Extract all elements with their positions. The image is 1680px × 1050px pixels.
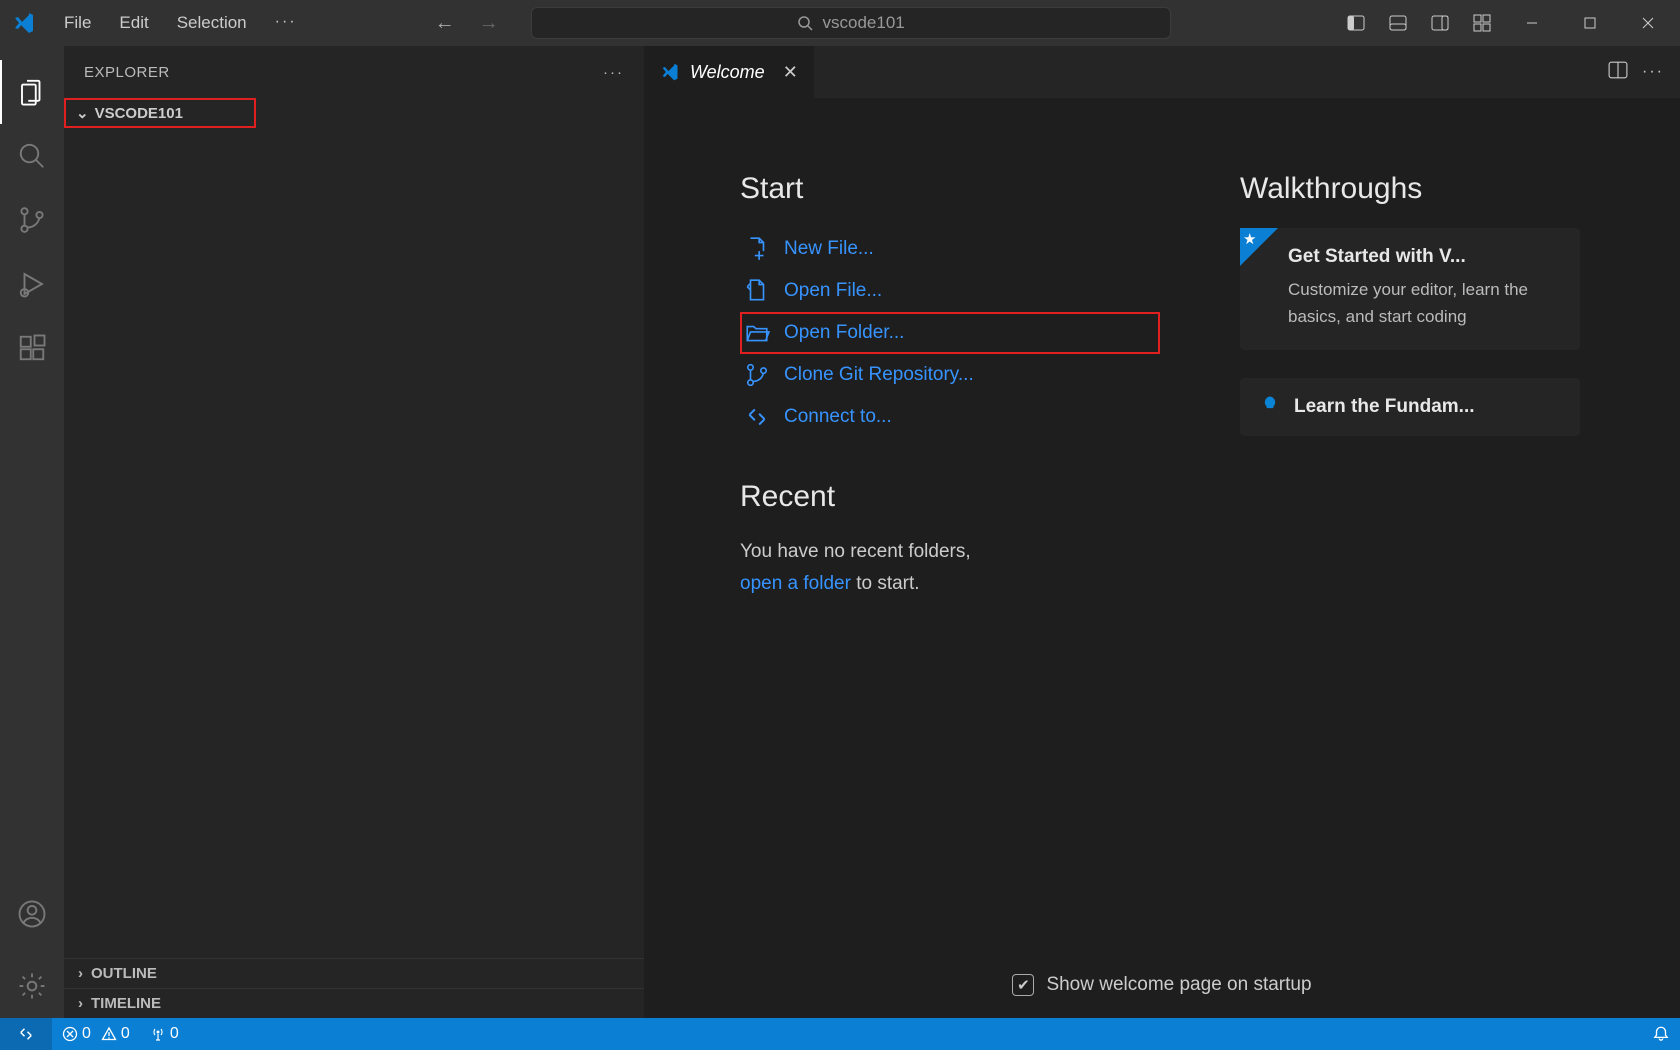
explorer-folder-label: VSCODE101 — [95, 105, 183, 122]
chevron-right-icon: › — [78, 995, 83, 1012]
toggle-panel-icon[interactable] — [1382, 7, 1414, 39]
bell-icon — [1652, 1025, 1670, 1043]
star-icon: ★ — [1243, 230, 1256, 248]
window-close[interactable] — [1624, 7, 1672, 39]
status-bar: 0 0 0 — [0, 1018, 1680, 1050]
start-open-folder[interactable]: Open Folder... — [740, 312, 1160, 354]
status-problems[interactable]: 0 0 — [52, 1025, 140, 1043]
close-icon[interactable]: ✕ — [783, 62, 798, 83]
explorer-more-icon[interactable]: ··· — [603, 64, 624, 81]
welcome-page: Start New File... Open File... Open Fold… — [644, 98, 1680, 956]
chevron-down-icon: ⌄ — [76, 104, 89, 122]
start-item-label: New File... — [784, 238, 874, 260]
recent-empty-text: You have no recent folders, open a folde… — [740, 536, 1160, 601]
welcome-footer: ✔ Show welcome page on startup — [644, 956, 1680, 1018]
error-icon — [62, 1026, 78, 1042]
start-clone-repo[interactable]: Clone Git Repository... — [740, 354, 1160, 396]
menu-file[interactable]: File — [50, 5, 105, 41]
walkthrough-title: Get Started with V... — [1288, 246, 1560, 268]
window-minimize[interactable] — [1508, 7, 1556, 39]
start-new-file[interactable]: New File... — [740, 228, 1160, 270]
walkthroughs-heading: Walkthroughs — [1240, 172, 1580, 206]
start-connect-to[interactable]: Connect to... — [740, 396, 1160, 438]
title-bar: File Edit Selection ··· ← → vscode101 — [0, 0, 1680, 46]
status-ports[interactable]: 0 — [140, 1025, 189, 1043]
walkthrough-fundamentals[interactable]: Learn the Fundam... — [1240, 378, 1580, 436]
tab-welcome[interactable]: Welcome ✕ — [644, 46, 814, 98]
start-item-label: Open Folder... — [784, 322, 904, 344]
menu-more[interactable]: ··· — [261, 5, 311, 41]
toggle-primary-sidebar-icon[interactable] — [1340, 7, 1372, 39]
git-icon — [744, 362, 770, 388]
search-icon — [797, 15, 813, 31]
remote-indicator[interactable] — [0, 1018, 52, 1050]
activity-search-icon[interactable] — [0, 124, 64, 188]
status-notifications[interactable] — [1642, 1025, 1680, 1043]
menu-selection[interactable]: Selection — [163, 5, 261, 41]
walkthrough-desc: Customize your editor, learn the basics,… — [1288, 276, 1560, 330]
new-file-icon — [744, 236, 770, 262]
command-center-text: vscode101 — [823, 13, 905, 33]
window-maximize[interactable] — [1566, 7, 1614, 39]
more-actions-icon[interactable]: ··· — [1642, 63, 1664, 81]
outline-label: OUTLINE — [91, 965, 157, 982]
warning-icon — [101, 1026, 117, 1042]
nav-back-icon[interactable]: ← — [431, 8, 459, 39]
activity-settings-icon[interactable] — [0, 954, 64, 1018]
split-editor-icon[interactable] — [1608, 60, 1628, 85]
explorer-sidebar: EXPLORER ··· ⌄ VSCODE101 › OUTLINE › TIM… — [64, 46, 644, 1018]
tab-title: Welcome — [690, 62, 765, 83]
menu-edit[interactable]: Edit — [105, 5, 162, 41]
walkthrough-title: Learn the Fundam... — [1294, 396, 1475, 418]
start-item-label: Clone Git Repository... — [784, 364, 974, 386]
open-folder-link[interactable]: open a folder — [740, 573, 851, 594]
menu-bar: File Edit Selection ··· — [50, 5, 311, 41]
activity-explorer-icon[interactable] — [0, 60, 64, 124]
open-folder-icon — [744, 320, 770, 346]
command-center[interactable]: vscode101 — [531, 7, 1171, 39]
timeline-section[interactable]: › TIMELINE — [64, 988, 644, 1018]
start-item-label: Connect to... — [784, 406, 892, 428]
outline-section[interactable]: › OUTLINE — [64, 958, 644, 988]
activity-source-control-icon[interactable] — [0, 188, 64, 252]
show-on-startup-label: Show welcome page on startup — [1046, 974, 1311, 996]
lightbulb-icon — [1260, 394, 1280, 420]
open-file-icon — [744, 278, 770, 304]
nav-arrows: ← → — [431, 8, 503, 39]
radio-tower-icon — [150, 1026, 166, 1042]
timeline-label: TIMELINE — [91, 995, 161, 1012]
nav-forward-icon[interactable]: → — [475, 8, 503, 39]
editor-area: Welcome ✕ ··· Start New File... Open Fil… — [644, 46, 1680, 1018]
activity-extensions-icon[interactable] — [0, 316, 64, 380]
chevron-right-icon: › — [78, 965, 83, 982]
activity-accounts-icon[interactable] — [0, 882, 64, 946]
remote-icon — [744, 404, 770, 430]
walkthrough-get-started[interactable]: ★ Get Started with V... Customize your e… — [1240, 228, 1580, 350]
customize-layout-icon[interactable] — [1466, 7, 1498, 39]
recent-heading: Recent — [740, 480, 1160, 514]
start-heading: Start — [740, 172, 1160, 206]
explorer-title: EXPLORER — [84, 64, 170, 81]
vscode-logo — [8, 11, 40, 35]
check-icon: ✔ — [1017, 976, 1030, 994]
show-on-startup-checkbox[interactable]: ✔ — [1012, 974, 1034, 996]
start-item-label: Open File... — [784, 280, 882, 302]
activity-run-debug-icon[interactable] — [0, 252, 64, 316]
tab-bar: Welcome ✕ ··· — [644, 46, 1680, 98]
activity-bar — [0, 46, 64, 1018]
start-open-file[interactable]: Open File... — [740, 270, 1160, 312]
explorer-folder-root[interactable]: ⌄ VSCODE101 — [64, 98, 256, 128]
toggle-secondary-sidebar-icon[interactable] — [1424, 7, 1456, 39]
vscode-icon — [660, 62, 680, 82]
